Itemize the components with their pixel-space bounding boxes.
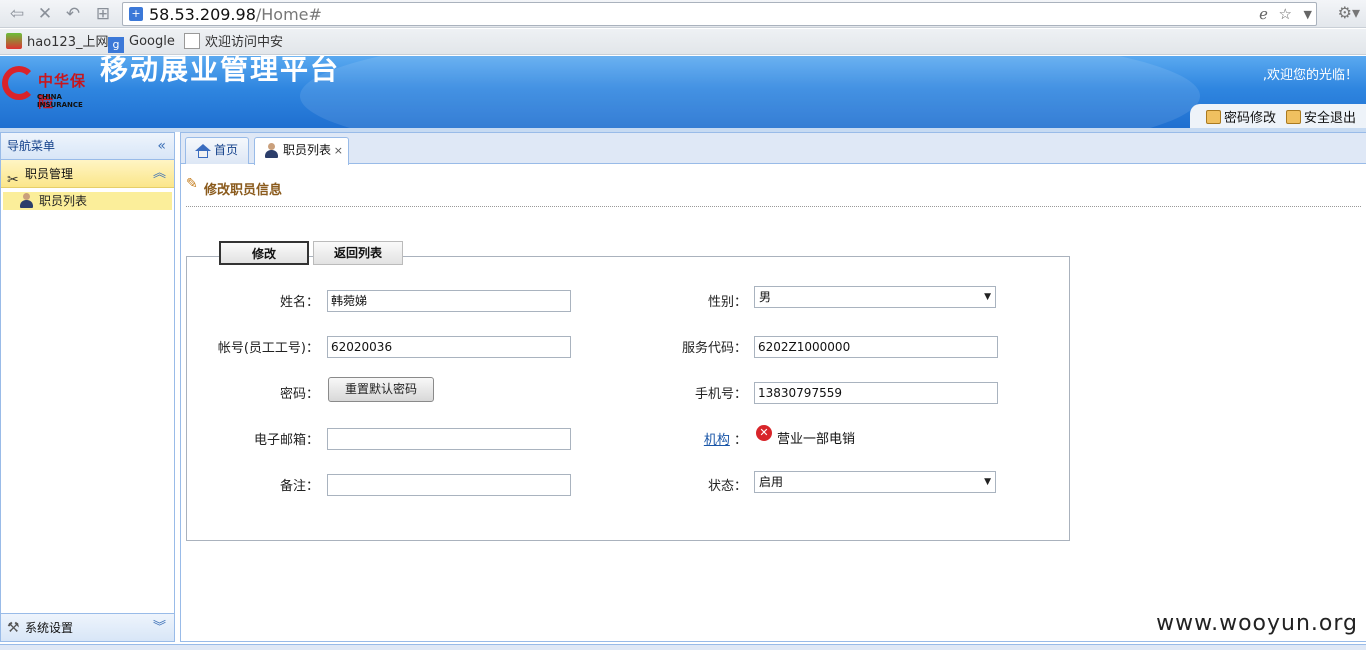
hammer-icon: ⚒ [7, 620, 20, 636]
browser-toolbar: ⇦ ✕ ↶ ⊞ + 58.53.209.98/Home# ℯ ☆ ▼ ⚙▾ [0, 0, 1366, 28]
sidebar-item-staff-list[interactable]: 职员列表 [3, 192, 172, 210]
mobile-label: 手机号： [694, 387, 747, 402]
sidebar-header: 导航菜单 « [1, 133, 174, 160]
url-text: 58.53.209.98/Home# [149, 5, 322, 24]
address-bar[interactable]: + 58.53.209.98/Home# ℯ ☆ ▼ [122, 2, 1317, 26]
dropdown-icon[interactable]: ▼ [1304, 8, 1312, 21]
person-icon [264, 143, 279, 158]
account-input[interactable]: 62020036 [327, 336, 571, 358]
star-icon[interactable]: ☆ [1279, 5, 1292, 23]
email-label: 电子邮箱： [253, 433, 319, 448]
tab-staff-list[interactable]: 职员列表 × [254, 137, 349, 165]
status-select[interactable]: 启用 ▼ [754, 471, 996, 493]
sidebar-group-settings[interactable]: ⚒ 系统设置 ︾ [1, 613, 174, 641]
email-input[interactable] [327, 428, 571, 450]
logo-mark-icon [2, 66, 36, 100]
sidebar-group-staff[interactable]: ✂ 职员管理 ︽ [1, 160, 174, 188]
wrench-icon[interactable]: ⚙▾ [1338, 3, 1360, 22]
chevron-down-icon: ▼ [984, 477, 991, 487]
gender-select[interactable]: 男 ▼ [754, 286, 996, 308]
scissors-icon: ✂ [7, 172, 19, 188]
error-icon: ✕ [756, 425, 772, 441]
welcome-text: ,欢迎您的光临！ [1262, 68, 1358, 83]
signpost-icon: ✎ [186, 176, 198, 192]
chevron-down-icon[interactable]: ︾ [153, 614, 166, 642]
back-to-list-button[interactable]: 返回列表 [313, 241, 403, 265]
chevron-down-icon: ▼ [984, 292, 991, 302]
remark-label: 备注： [279, 479, 319, 494]
tab-home[interactable]: 首页 [185, 137, 249, 164]
modify-button[interactable]: 修改 [219, 241, 309, 265]
sidebar: 导航菜单 « ✂ 职员管理 ︽ 职员列表 ⚒ 系统设置 ︾ [0, 132, 175, 642]
bookmark-google[interactable]: g Google [108, 33, 175, 53]
status-label: 状态： [707, 479, 747, 494]
page-title: ✎ 修改职员信息 [186, 176, 283, 198]
page-icon [184, 33, 200, 49]
remark-input[interactable] [327, 474, 571, 496]
name-input[interactable]: 韩菀娣 [327, 290, 571, 312]
tab-strip: 首页 职员列表 × [181, 133, 1366, 165]
back-icon[interactable]: ⇦ [6, 3, 28, 25]
main-panel: 首页 职员列表 × ✎ 修改职员信息 修改 返回列表 姓名： 韩菀娣 性别： 男… [180, 132, 1366, 642]
hao123-icon [6, 33, 22, 49]
chevron-up-icon[interactable]: ︽ [153, 160, 166, 188]
gender-label: 性别： [707, 295, 747, 310]
home-grid-icon[interactable]: ⊞ [92, 3, 114, 25]
account-label: 帐号(员工工号)： [217, 341, 319, 356]
logo: 中华保险 CHINA INSURANCE [0, 56, 100, 116]
google-icon: g [108, 37, 124, 53]
bookmark-hao123[interactable]: hao123_上网 [6, 33, 108, 51]
logout-icon [1286, 110, 1301, 124]
org-label: 机构 ： [703, 433, 747, 448]
service-code-label: 服务代码： [681, 341, 747, 356]
name-label: 姓名： [279, 295, 319, 310]
person-icon [19, 193, 34, 208]
shield-icon: + [129, 7, 143, 21]
edit-icon [1206, 110, 1221, 124]
refresh-icon[interactable]: ↶ [62, 3, 84, 25]
bookmark-welcome[interactable]: 欢迎访问中安 [184, 33, 283, 51]
stop-icon[interactable]: ✕ [34, 3, 56, 25]
org-value: 营业一部电销 [777, 432, 856, 447]
service-code-input[interactable]: 6202Z1000000 [754, 336, 998, 358]
app-header: 中华保险 CHINA INSURANCE 移动展业管理平台 ,欢迎您的光临！ 密… [0, 56, 1366, 128]
bookmarks-bar: hao123_上网 g Google 欢迎访问中安 [0, 29, 1366, 55]
change-password-link[interactable]: 密码修改 [1206, 107, 1276, 126]
home-icon [195, 144, 211, 158]
header-actions: 密码修改 安全退出 [1190, 104, 1366, 128]
mobile-input[interactable]: 13830797559 [754, 382, 998, 404]
collapse-icon[interactable]: « [157, 133, 166, 160]
app-title: 移动展业管理平台 [100, 56, 341, 86]
ie-icon[interactable]: ℯ [1259, 5, 1268, 23]
password-label: 密码： [279, 387, 319, 402]
watermark: www.wooyun.org [1156, 611, 1358, 636]
logout-link[interactable]: 安全退出 [1286, 107, 1356, 126]
close-icon[interactable]: × [334, 138, 343, 163]
org-link[interactable]: 机构 [704, 433, 730, 448]
reset-password-button[interactable]: 重置默认密码 [328, 377, 434, 402]
